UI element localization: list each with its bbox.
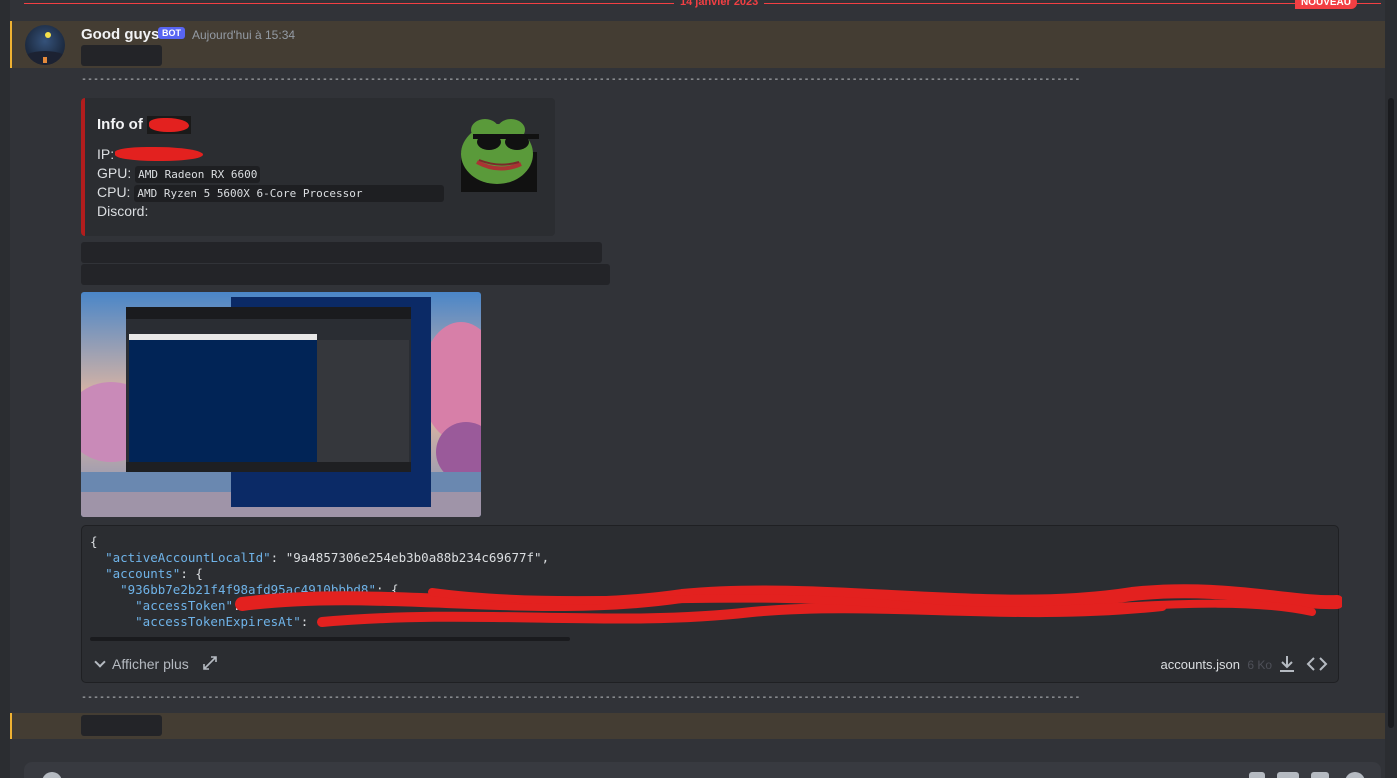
download-icon[interactable] — [1276, 653, 1298, 675]
info-embed: Info of IP: GPU: AMD Radeon RX 6600 CPU:… — [81, 98, 555, 236]
code-line: { — [90, 534, 98, 549]
emoji-icon[interactable] — [1345, 772, 1365, 778]
separator-line: ----------------------------------------… — [81, 692, 1081, 703]
bot-tag: BOT — [158, 27, 185, 39]
cpu-label: CPU: — [97, 184, 131, 200]
add-attachment-icon[interactable] — [42, 772, 62, 778]
file-preview: { "activeAccountLocalId": "9a4857306e254… — [81, 525, 1342, 683]
gif-icon[interactable] — [1277, 772, 1299, 778]
desktop-screenshot-image[interactable] — [81, 292, 481, 517]
code-key: "accessToken" — [135, 598, 233, 613]
file-size: 6 Ko — [1247, 658, 1272, 672]
avatar[interactable] — [25, 25, 65, 65]
redacted-block — [81, 45, 162, 66]
glow-shape — [43, 57, 47, 63]
code-icon[interactable] — [1306, 653, 1328, 675]
left-rail — [0, 0, 10, 778]
show-more-button[interactable]: Afficher plus — [94, 656, 189, 672]
code-key: "accounts" — [105, 566, 181, 581]
separator-line: ----------------------------------------… — [81, 74, 1081, 85]
message-timestamp[interactable]: Aujourd'hui à 15:34 — [192, 28, 295, 42]
code-key: "activeAccountLocalId" — [105, 550, 271, 565]
gpu-value: AMD Radeon RX 6600 — [135, 166, 261, 183]
red-scribble — [149, 118, 189, 132]
ip-label: IP: — [97, 146, 115, 162]
expand-icon[interactable] — [202, 655, 218, 671]
date-divider: 14 janvier 2023 NOUVEAU — [24, 0, 1381, 9]
scrollbar-thumb[interactable] — [1388, 98, 1394, 728]
red-scribble — [235, 584, 1342, 627]
cpu-row: CPU: AMD Ryzen 5 5600X 6-Core Processor — [97, 184, 445, 202]
horizontal-scrollbar[interactable] — [90, 637, 570, 641]
sticker-icon[interactable] — [1311, 772, 1329, 778]
redacted-block — [81, 242, 602, 263]
gpu-row: GPU: AMD Radeon RX 6600 — [97, 165, 261, 183]
message-highlight — [10, 713, 1385, 739]
file-footer: Afficher plus accounts.json 6 Ko — [82, 648, 1338, 682]
show-more-label: Afficher plus — [112, 656, 189, 672]
file-name[interactable]: accounts.json — [1161, 657, 1241, 672]
message-composer[interactable] — [24, 762, 1381, 778]
ip-row: IP: — [97, 146, 114, 162]
discord-row: Discord: — [97, 203, 148, 219]
redacted-block — [81, 715, 162, 736]
red-scribble — [115, 147, 203, 161]
embed-title: Info of — [97, 116, 143, 133]
chevron-down-icon — [94, 656, 106, 668]
new-badge: NOUVEAU — [1294, 0, 1357, 9]
gpu-label: GPU: — [97, 165, 132, 181]
gift-icon[interactable] — [1249, 772, 1265, 778]
moon-shape — [45, 32, 51, 38]
discord-label: Discord: — [97, 203, 149, 219]
divider-date: 14 janvier 2023 — [674, 0, 765, 8]
pepe-sunglasses-image[interactable] — [459, 112, 539, 192]
scrollbar[interactable] — [1385, 0, 1397, 778]
redacted-block — [81, 264, 610, 285]
author-name[interactable]: Good guys — [81, 26, 159, 43]
code-value: "9a4857306e254eb3b0a88b234c69677f" — [285, 550, 542, 565]
cpu-value: AMD Ryzen 5 5600X 6-Core Processor — [134, 185, 445, 202]
